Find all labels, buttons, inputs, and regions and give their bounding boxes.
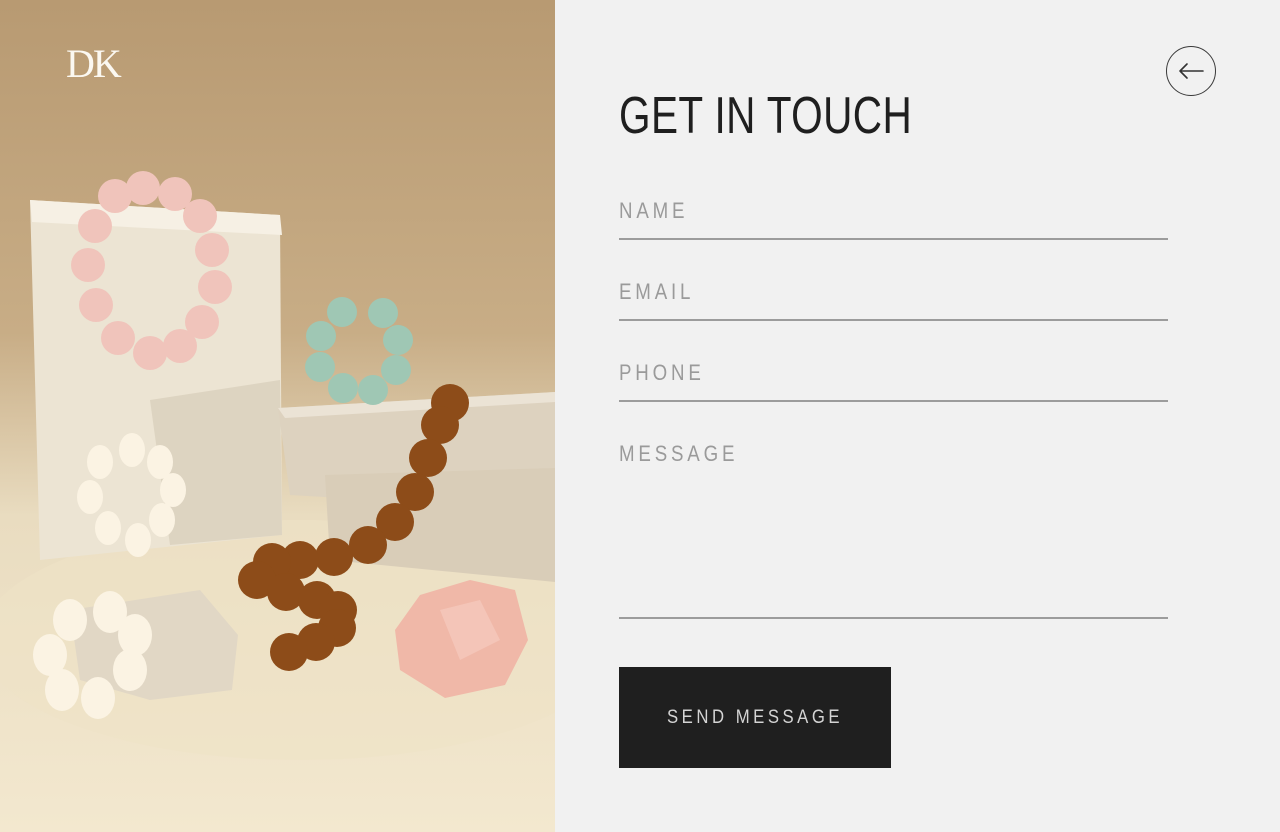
- jewelry-illustration: [0, 171, 555, 760]
- name-placeholder: NAME: [619, 198, 689, 223]
- phone-field[interactable]: PHONE: [619, 360, 1168, 402]
- email-field[interactable]: EMAIL: [619, 279, 1168, 321]
- email-placeholder: EMAIL: [619, 279, 695, 304]
- back-button[interactable]: [1166, 46, 1216, 96]
- send-message-label: SEND MESSAGE: [666, 706, 844, 728]
- message-field[interactable]: MESSAGE: [619, 441, 1168, 619]
- brand-logo[interactable]: DK: [66, 44, 122, 84]
- page-title: GET IN TOUCH: [619, 87, 913, 145]
- send-message-button[interactable]: SEND MESSAGE: [619, 667, 891, 768]
- name-field[interactable]: NAME: [619, 198, 1168, 240]
- hero-photo: DK: [0, 0, 555, 832]
- phone-placeholder: PHONE: [619, 360, 705, 385]
- arrow-left-icon: [1179, 63, 1204, 79]
- message-placeholder: MESSAGE: [619, 441, 739, 466]
